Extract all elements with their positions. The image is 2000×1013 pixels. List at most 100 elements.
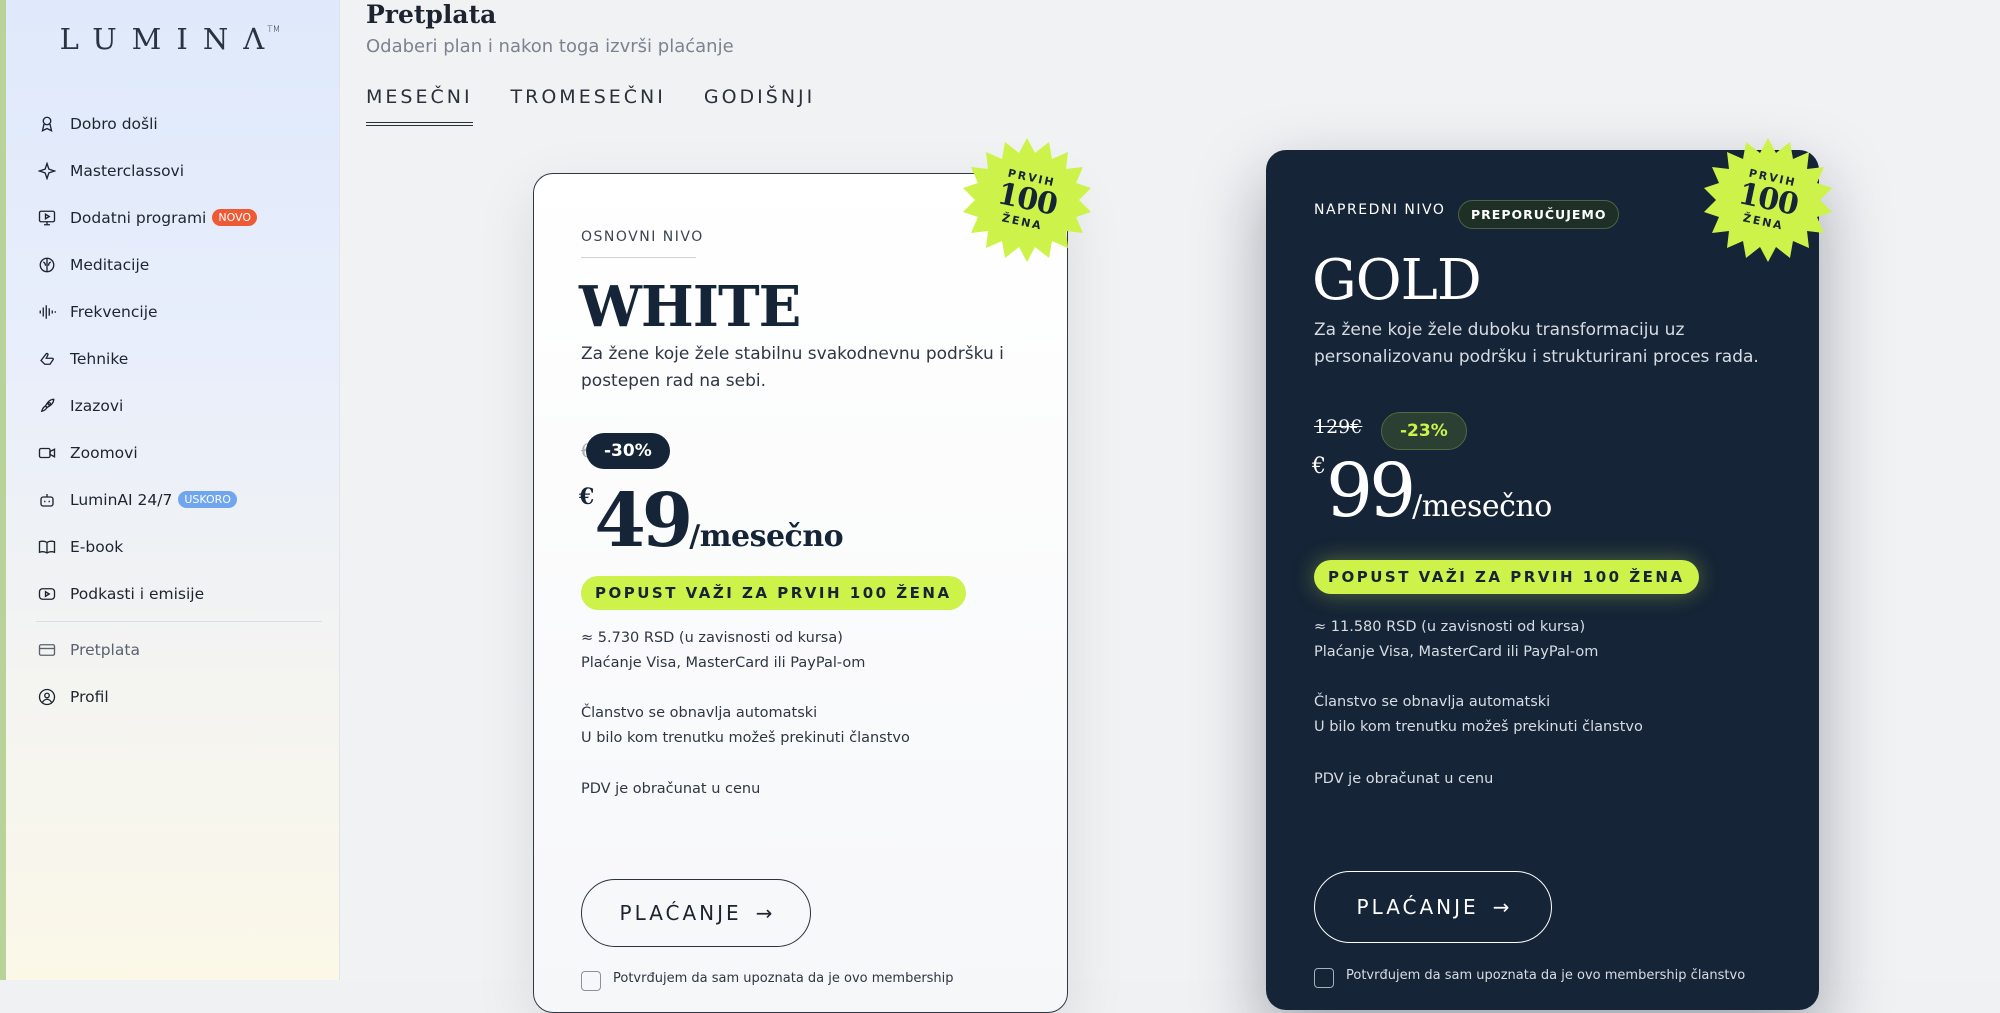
- vat-info: PDV je obračunat u cenu: [581, 777, 760, 802]
- sidebar-item-label: Zoomovi: [70, 443, 138, 462]
- plan-description: Za žene koje žele stabilnu svakodnevnu p…: [581, 344, 1004, 391]
- page-title: Pretplata: [366, 0, 497, 29]
- vat-info: PDV je obračunat u cenu: [1314, 767, 1493, 792]
- video-icon: [36, 442, 58, 464]
- auto-renew-text: Članstvo se obnavlja automatski: [1314, 694, 1551, 710]
- rsd-conversion: ≈ 11.580 RSD (u zavisnosti od kursa): [1314, 619, 1586, 635]
- sidebar-item-dodatni-programi[interactable]: Dodatni programi NOVO: [36, 194, 326, 241]
- old-price: 129€: [1314, 416, 1363, 438]
- confirm-checkbox[interactable]: [1314, 968, 1334, 988]
- currency: €: [1312, 454, 1326, 479]
- sidebar-item-label: Dobro došli: [70, 114, 158, 133]
- pay-button-label: PLAĆANJE: [619, 901, 742, 925]
- audio-wave-icon: [36, 301, 58, 323]
- badge-text: PRVIH 100 ŽENA: [951, 124, 1103, 276]
- sidebar-item-frekvencije[interactable]: Frekvencije: [36, 288, 326, 335]
- promo-badge: POPUST VAŽI ZA PRVIH 100 ŽENA: [1314, 560, 1699, 594]
- renewal-info: Članstvo se obnavlja automatski U bilo k…: [1314, 690, 1643, 740]
- vat-text: PDV je obračunat u cenu: [581, 781, 761, 797]
- sidebar-item-zoomovi[interactable]: Zoomovi: [36, 429, 326, 476]
- sidebar-item-label: LuminAI 24/7: [70, 490, 173, 509]
- membership-confirm: Potvrđujem da sam upoznata da je ovo mem…: [1314, 968, 1745, 988]
- tab-tromesecni[interactable]: TROMESEČNI: [511, 86, 666, 126]
- confirm-checkbox[interactable]: [581, 971, 601, 991]
- sidebar-item-label: Tehnike: [70, 349, 129, 368]
- arrow-right-icon: →: [755, 901, 773, 925]
- plan-card-gold: NAPREDNI NIVO PREPORUČUJEMO GOLD Za žene…: [1266, 150, 1819, 1010]
- price: €99/mesečno: [1312, 448, 1552, 534]
- sidebar-item-tehnike[interactable]: Tehnike: [36, 335, 326, 382]
- page-subtitle: Odaberi plan i nakon toga izvrši plaćanj…: [366, 36, 734, 57]
- pay-button[interactable]: PLAĆANJE →: [1314, 871, 1552, 943]
- sidebar-item-luminai[interactable]: LuminAI 24/7 USKORO: [36, 476, 326, 523]
- sidebar-item-label: Masterclassovi: [70, 161, 185, 180]
- tier-label: NAPREDNI NIVO: [1314, 202, 1446, 218]
- sidebar-nav: Dobro došli Masterclassovi Dodatni progr…: [36, 100, 326, 720]
- sidebar-item-profil[interactable]: Profil: [36, 673, 326, 720]
- rsd-conversion: ≈ 5.730 RSD (u zavisnosti od kursa): [581, 630, 843, 646]
- sidebar-item-label: Profil: [70, 687, 109, 706]
- bot-icon: [36, 489, 58, 511]
- renewal-info: Članstvo se obnavlja automatski U bilo k…: [581, 701, 910, 751]
- cancel-text: U bilo kom trenutku možeš prekinuti član…: [1314, 719, 1643, 735]
- discount-badge: -23%: [1381, 412, 1467, 450]
- book-icon: [36, 536, 58, 558]
- price-amount: 99: [1326, 448, 1416, 534]
- credit-card-icon: [36, 639, 58, 661]
- plan-name: WHITE: [579, 274, 801, 340]
- price: €49/mesečno: [579, 478, 844, 564]
- discount-badge: -30%: [586, 433, 670, 469]
- price-info: ≈ 5.730 RSD (u zavisnosti od kursa) Plać…: [581, 626, 865, 676]
- coming-soon-badge: USKORO: [178, 491, 237, 508]
- sidebar-item-dobro-dosli[interactable]: Dobro došli: [36, 100, 326, 147]
- billing-period-tabs: MESEČNI TROMESEČNI GODIŠNJI: [366, 86, 815, 126]
- price-period: /mesečno: [1412, 489, 1552, 524]
- sidebar-item-label: Dodatni programi: [70, 208, 207, 227]
- sidebar-item-ebook[interactable]: E-book: [36, 523, 326, 570]
- sidebar-item-pretplata[interactable]: Pretplata: [36, 626, 326, 673]
- price-amount: 49: [594, 478, 693, 564]
- tab-godisnji[interactable]: GODIŠNJI: [704, 86, 815, 126]
- rocket-icon: [36, 395, 58, 417]
- sidebar-item-label: Pretplata: [70, 640, 140, 659]
- brain-icon: [36, 254, 58, 276]
- sidebar-item-podkasti[interactable]: Podkasti i emisije: [36, 570, 326, 617]
- ribbon-icon: [36, 113, 58, 135]
- plan-card-white: OSNOVNI NIVO WHITE Za žene koje žele sta…: [533, 173, 1068, 1013]
- price-period: /mesečno: [689, 519, 844, 554]
- sidebar-item-masterclassovi[interactable]: Masterclassovi: [36, 147, 326, 194]
- plan-name: GOLD: [1312, 248, 1482, 313]
- confirm-text: Potvrđujem da sam upoznata da je ovo mem…: [613, 971, 954, 986]
- confirm-text: Potvrđujem da sam upoznata da je ovo mem…: [1346, 968, 1746, 983]
- monitor-play-icon: [36, 207, 58, 229]
- hand-icon: [36, 348, 58, 370]
- sidebar: LUMINΛTM Dobro došli Masterclassovi Doda…: [0, 0, 340, 980]
- badge-text: PRVIH 100 ŽENA: [1692, 124, 1844, 276]
- first-100-badge: PRVIH 100 ŽENA: [963, 136, 1091, 264]
- recommended-badge: PREPORUČUJEMO: [1458, 200, 1620, 229]
- user-circle-icon: [36, 686, 58, 708]
- sidebar-item-label: Podkasti i emisije: [70, 584, 205, 603]
- currency: €: [579, 484, 595, 510]
- sidebar-item-label: Frekvencije: [70, 302, 158, 321]
- price-info: ≈ 11.580 RSD (u zavisnosti od kursa) Pla…: [1314, 615, 1598, 665]
- sidebar-item-izazovi[interactable]: Izazovi: [36, 382, 326, 429]
- arrow-right-icon: →: [1492, 895, 1510, 919]
- cancel-text: U bilo kom trenutku možeš prekinuti član…: [581, 730, 910, 746]
- trademark: TM: [267, 25, 281, 36]
- main-content: Pretplata Odaberi plan i nakon toga izvr…: [340, 0, 2000, 1013]
- pay-button[interactable]: PLAĆANJE →: [581, 879, 811, 947]
- tab-mesecni[interactable]: MESEČNI: [366, 86, 473, 126]
- sidebar-item-label: Izazovi: [70, 396, 124, 415]
- payment-methods: Plaćanje Visa, MasterCard ili PayPal-om: [1314, 644, 1599, 660]
- new-badge: NOVO: [212, 209, 258, 226]
- sidebar-item-label: Meditacije: [70, 255, 150, 274]
- auto-renew-text: Članstvo se obnavlja automatski: [581, 705, 818, 721]
- sidebar-item-meditacije[interactable]: Meditacije: [36, 241, 326, 288]
- membership-confirm: Potvrđujem da sam upoznata da je ovo mem…: [581, 971, 954, 991]
- tier-label: OSNOVNI NIVO: [581, 229, 704, 245]
- brand-logo[interactable]: LUMINΛTM: [6, 22, 346, 56]
- payment-methods: Plaćanje Visa, MasterCard ili PayPal-om: [581, 655, 866, 671]
- first-100-badge: PRVIH 100 ŽENA: [1704, 136, 1832, 264]
- youtube-icon: [36, 583, 58, 605]
